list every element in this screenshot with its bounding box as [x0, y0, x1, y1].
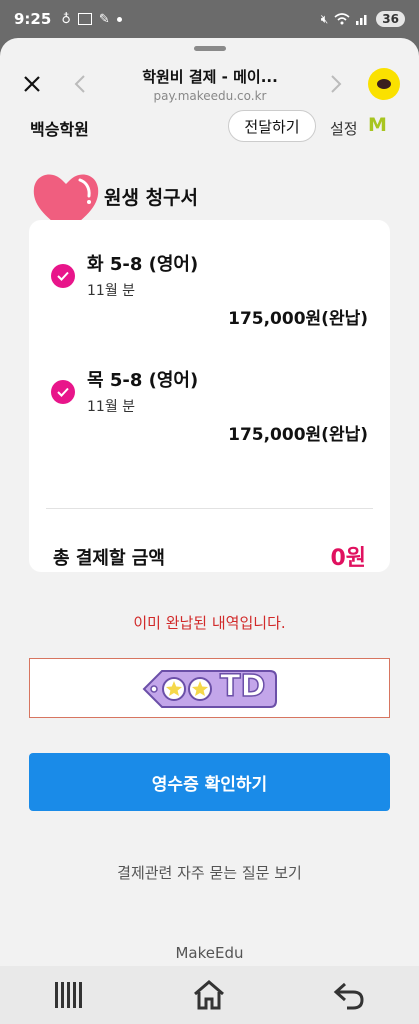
sticker-box: TD	[29, 658, 390, 718]
system-icons: 🔇︎ 36	[321, 11, 405, 27]
notification-icons: ♁ ✎	[61, 11, 122, 27]
browser-header: 학원비 결제 - 메이... pay.makeedu.co.kr	[0, 56, 419, 118]
mute-icon: 🔇︎	[320, 11, 329, 26]
chevron-right-icon[interactable]	[318, 66, 354, 102]
notification-icon: ♁	[61, 11, 71, 27]
close-icon[interactable]	[14, 66, 50, 102]
wifi-icon	[334, 13, 350, 25]
faq-link[interactable]: 결제관련 자주 묻는 질문 보기	[0, 862, 419, 883]
item-price: 175,000원(완납)	[228, 309, 368, 329]
divider	[46, 508, 373, 509]
invoice-card: 화 5-8 (영어) 11월 분 175,000원(완납) 목 5-8 (영어)…	[29, 220, 390, 572]
item-name: 화 5-8 (영어)	[87, 254, 199, 275]
navigation-bar	[0, 966, 419, 1024]
status-time: 9:25	[14, 10, 52, 28]
recent-apps-icon[interactable]	[40, 973, 100, 1017]
checkbox-checked-icon[interactable]	[51, 264, 75, 288]
item-period: 11월 분	[87, 399, 136, 415]
page-title: 학원비 결제 - 메이...	[142, 68, 278, 86]
status-bar: 9:25 ♁ ✎ 🔇︎ 36	[0, 0, 419, 38]
settings-link[interactable]: 설정	[330, 118, 358, 139]
home-icon[interactable]	[179, 973, 239, 1017]
gallery-notification-icon	[77, 13, 92, 25]
kakaotalk-icon[interactable]	[368, 68, 400, 100]
item-price: 175,000원(완납)	[228, 425, 368, 445]
signal-icon	[356, 15, 367, 25]
invoice-title: 원생 청구서	[104, 187, 199, 209]
pen-notification-icon: ✎	[98, 11, 110, 27]
item-period: 11월 분	[87, 283, 136, 299]
battery-level: 36	[376, 11, 405, 27]
checkbox-checked-icon[interactable]	[51, 380, 75, 404]
item-name: 목 5-8 (영어)	[87, 370, 199, 391]
page-url: pay.makeedu.co.kr	[153, 89, 267, 103]
receipt-button[interactable]: 영수증 확인하기	[29, 753, 390, 811]
sticker-text: TD	[219, 668, 266, 705]
chevron-left-icon[interactable]	[62, 66, 98, 102]
paid-notice: 이미 완납된 내역입니다.	[133, 614, 286, 632]
makeedu-logo: M	[368, 114, 387, 136]
logo-letter: M	[368, 114, 387, 136]
sheet-drag-handle[interactable]	[194, 46, 226, 51]
browser-sheet: 학원비 결제 - 메이... pay.makeedu.co.kr 백승학원 전달…	[0, 38, 419, 966]
academy-name: 백승학원	[30, 120, 89, 139]
back-icon[interactable]	[319, 973, 379, 1017]
total-label: 총 결제할 금액	[53, 548, 165, 569]
footer-brand: MakeEdu	[175, 944, 244, 962]
send-button[interactable]: 전달하기	[228, 110, 316, 142]
more-notifications-icon	[116, 16, 122, 22]
total-value: 0원	[330, 546, 366, 571]
